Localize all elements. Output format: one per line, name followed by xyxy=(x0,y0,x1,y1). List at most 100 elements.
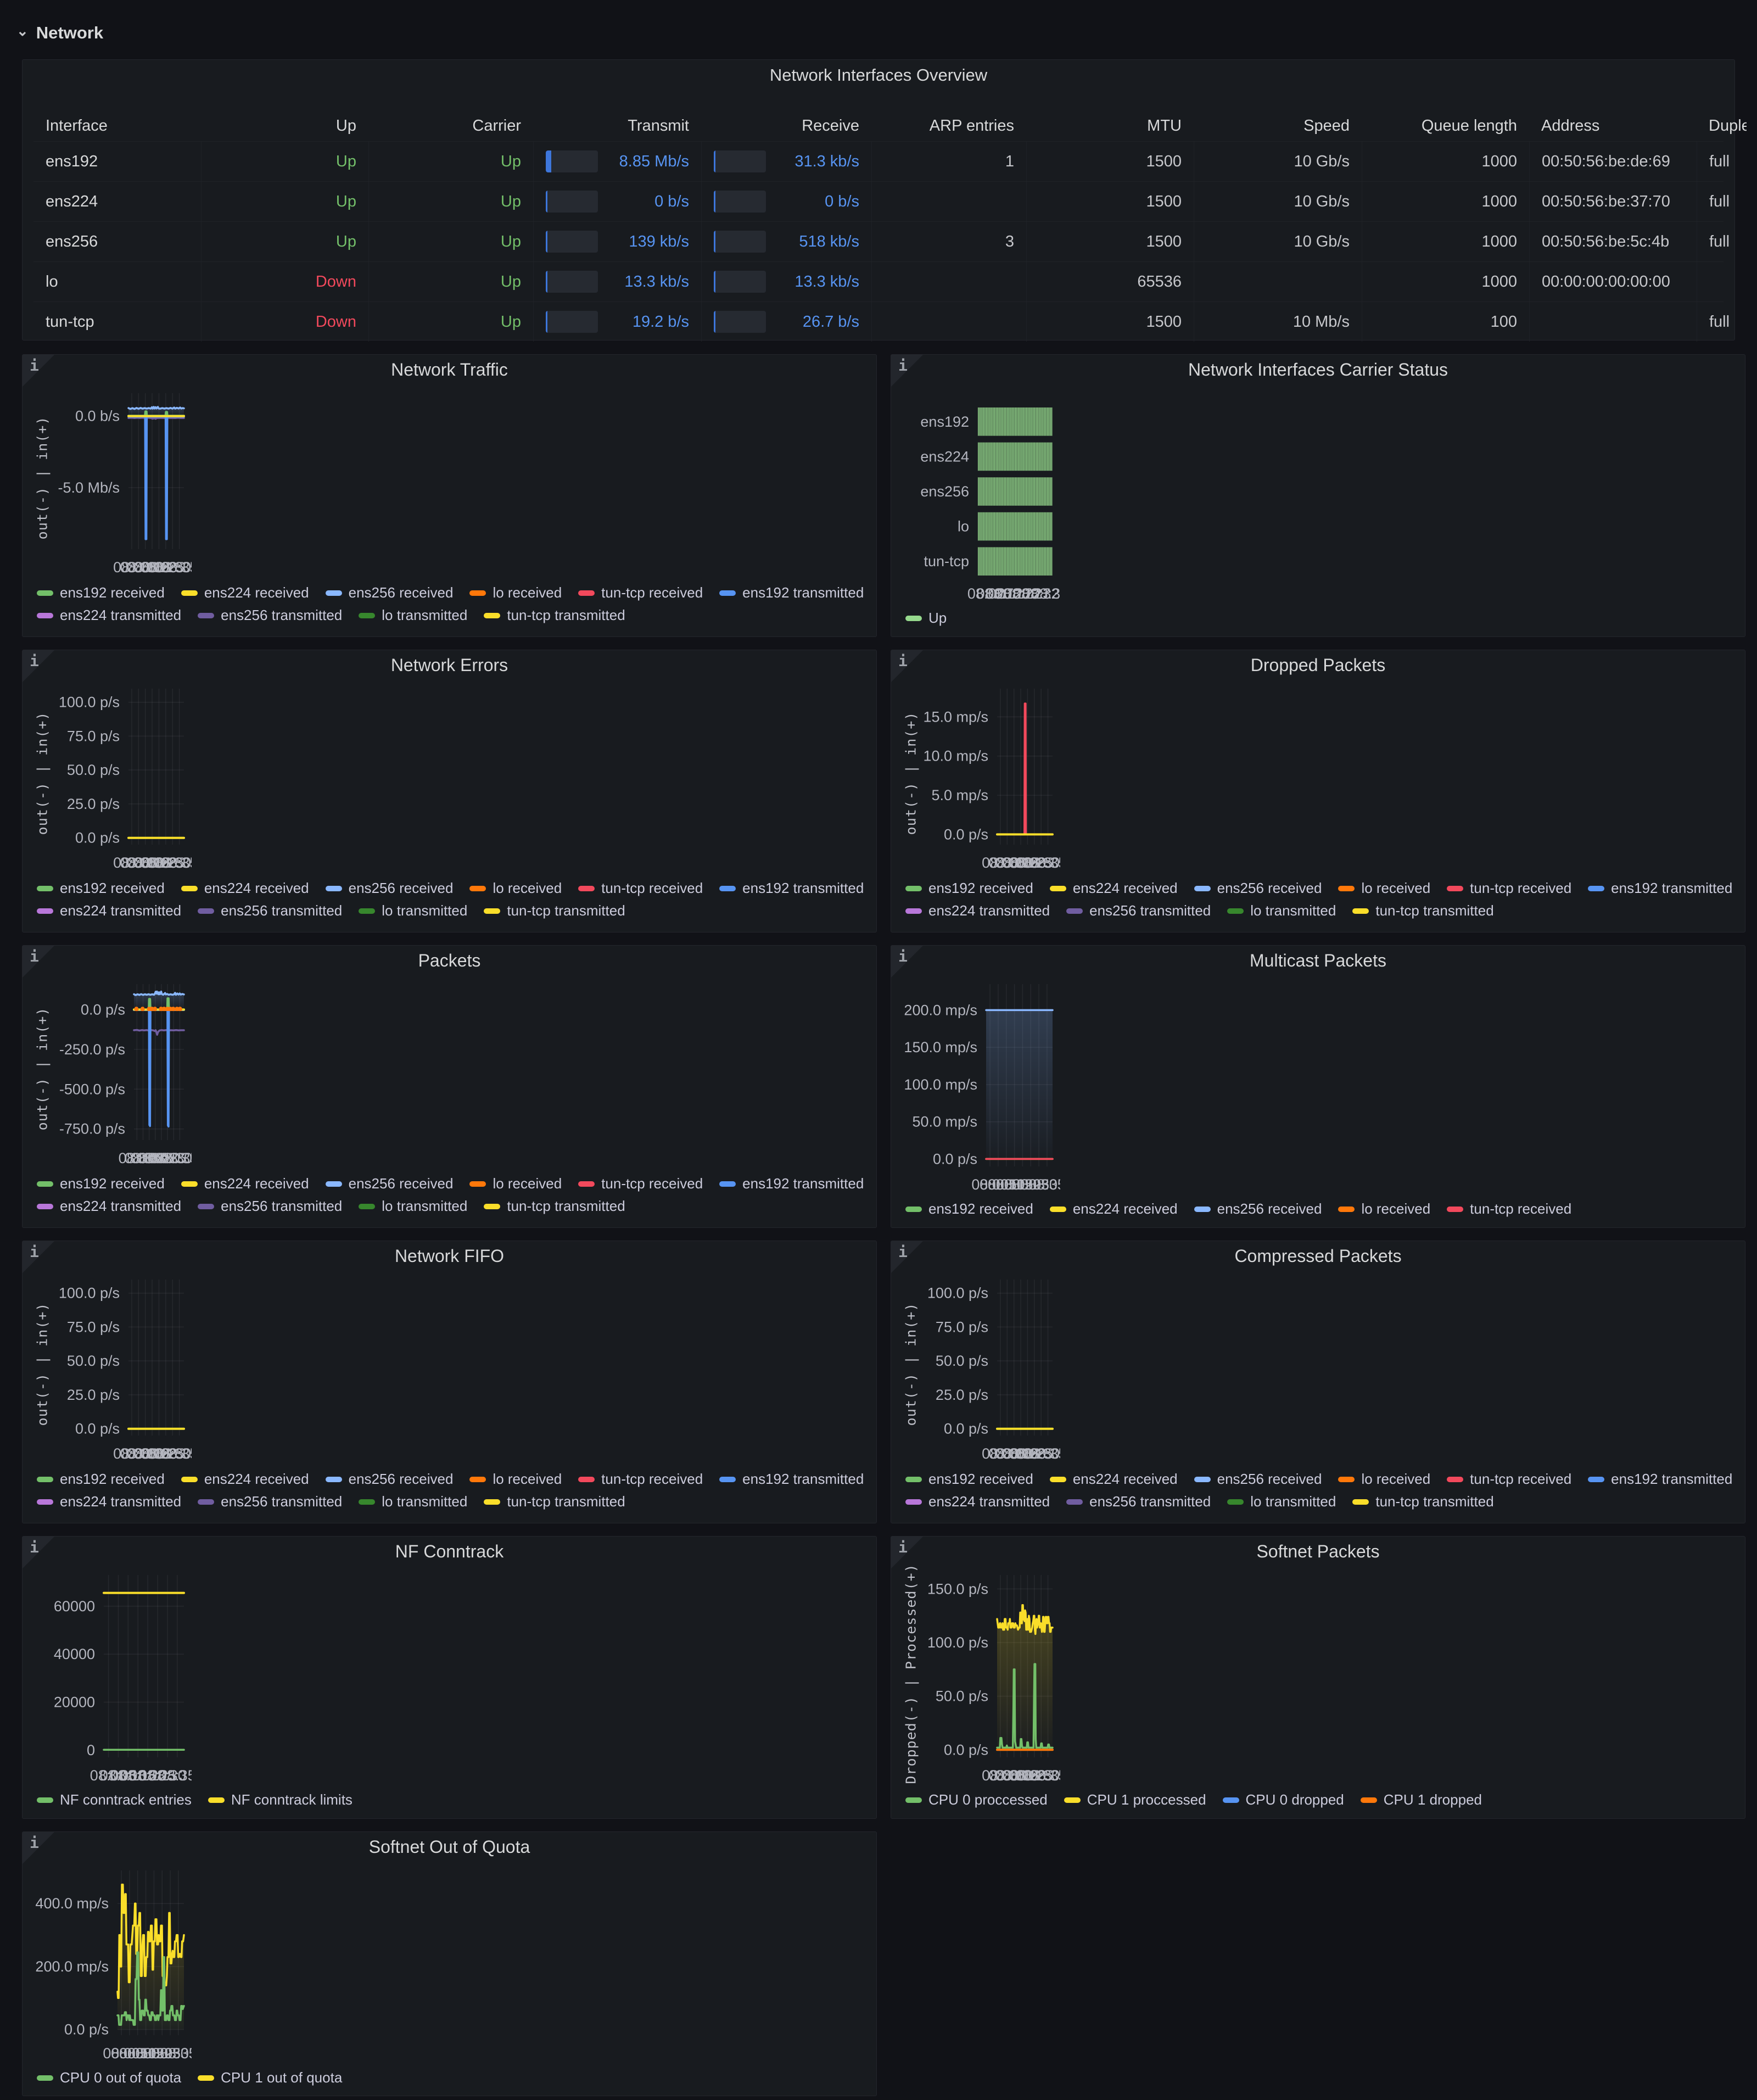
legend-item[interactable]: ens192 transmitted xyxy=(719,1471,864,1488)
legend-item[interactable]: ens192 transmitted xyxy=(1588,880,1732,897)
legend-item[interactable]: ens256 received xyxy=(326,1471,454,1488)
legend-item[interactable]: ens192 transmitted xyxy=(719,880,864,897)
panel-title[interactable]: Softnet Packets xyxy=(891,1537,1745,1566)
panel-title[interactable]: Network Interfaces Carrier Status xyxy=(891,355,1745,384)
legend-item[interactable]: Up xyxy=(905,610,947,627)
legend-item[interactable]: tun-tcp received xyxy=(1447,1200,1571,1217)
legend-item[interactable]: ens192 transmitted xyxy=(1588,1471,1732,1488)
legend-item[interactable]: ens256 received xyxy=(326,880,454,897)
legend-item[interactable]: tun-tcp received xyxy=(578,880,703,897)
legend-item[interactable]: ens256 transmitted xyxy=(198,1198,342,1215)
time-series-plot[interactable]: 100.0 p/s75.0 p/s50.0 p/s25.0 p/s0.0 p/s… xyxy=(27,681,192,874)
legend-item[interactable]: ens256 transmitted xyxy=(198,1493,342,1510)
legend-item[interactable]: tun-tcp transmitted xyxy=(484,1493,625,1510)
column-header-up[interactable]: Up xyxy=(201,110,368,141)
panel-title[interactable]: Packets xyxy=(23,946,876,975)
legend-item[interactable]: lo received xyxy=(469,584,562,601)
legend-item[interactable]: ens256 received xyxy=(326,584,454,601)
legend-item[interactable]: ens256 received xyxy=(1194,880,1322,897)
legend-item[interactable]: lo transmitted xyxy=(1227,1493,1336,1510)
legend-item[interactable]: ens224 received xyxy=(181,880,309,897)
legend-item[interactable]: ens192 received xyxy=(905,880,1033,897)
column-header-address[interactable]: Address xyxy=(1529,110,1697,141)
legend-item[interactable]: CPU 1 dropped xyxy=(1361,1791,1482,1808)
time-series-plot[interactable]: 0.0 p/s-250.0 p/s-500.0 p/s-750.0 p/s08:… xyxy=(27,976,192,1170)
legend-item[interactable]: ens192 received xyxy=(37,1175,165,1192)
legend-item[interactable]: NF conntrack limits xyxy=(208,1791,352,1808)
legend-item[interactable]: ens224 received xyxy=(1050,1200,1178,1217)
legend-item[interactable]: lo transmitted xyxy=(359,607,467,624)
time-series-plot[interactable]: 200.0 mp/s150.0 mp/s100.0 mp/s50.0 mp/s0… xyxy=(896,976,1060,1196)
legend-item[interactable]: ens192 received xyxy=(37,584,165,601)
time-series-plot[interactable]: 150.0 p/s100.0 p/s50.0 p/s0.0 p/s08:0008… xyxy=(896,1567,1060,1787)
column-header-arp-entries[interactable]: ARP entries xyxy=(871,110,1026,141)
panel-title[interactable]: Multicast Packets xyxy=(891,946,1745,975)
legend-item[interactable]: tun-tcp received xyxy=(578,584,703,601)
legend-item[interactable]: ens192 received xyxy=(37,880,165,897)
legend-item[interactable]: tun-tcp received xyxy=(1447,1471,1571,1488)
column-header-interface[interactable]: Interface xyxy=(33,110,201,141)
legend-item[interactable]: lo transmitted xyxy=(1227,902,1336,919)
legend-item[interactable]: CPU 0 proccessed xyxy=(905,1791,1048,1808)
panel-title[interactable]: Network FIFO xyxy=(23,1241,876,1271)
section-row-network[interactable]: ⌄ Network xyxy=(16,15,103,51)
legend-item[interactable]: tun-tcp received xyxy=(1447,880,1571,897)
legend-item[interactable]: ens192 transmitted xyxy=(719,1175,864,1192)
legend-item[interactable]: ens224 transmitted xyxy=(37,902,181,919)
time-series-plot[interactable]: 15.0 mp/s10.0 mp/s5.0 mp/s0.0 p/s08:0008… xyxy=(896,681,1060,874)
legend-item[interactable]: ens256 transmitted xyxy=(198,607,342,624)
legend-item[interactable]: CPU 0 out of quota xyxy=(37,2069,181,2086)
column-header-carrier[interactable]: Carrier xyxy=(368,110,533,141)
legend-item[interactable]: ens224 received xyxy=(1050,880,1178,897)
legend-item[interactable]: lo transmitted xyxy=(359,1493,467,1510)
legend-item[interactable]: tun-tcp transmitted xyxy=(484,1198,625,1215)
column-header-queue-length[interactable]: Queue length xyxy=(1362,110,1529,141)
legend-item[interactable]: tun-tcp received xyxy=(578,1175,703,1192)
legend-item[interactable]: lo received xyxy=(469,1175,562,1192)
panel-title[interactable]: Network Interfaces Overview xyxy=(23,60,1734,91)
time-series-plot[interactable]: 0.0 b/s-5.0 Mb/s08:0008:0508:1008:1508:2… xyxy=(27,386,192,579)
legend-item[interactable]: tun-tcp transmitted xyxy=(1352,902,1493,919)
legend-item[interactable]: ens224 transmitted xyxy=(905,1493,1050,1510)
legend-item[interactable]: lo received xyxy=(1338,1471,1430,1488)
legend-item[interactable]: ens256 transmitted xyxy=(198,902,342,919)
legend-item[interactable]: ens224 transmitted xyxy=(37,1198,181,1215)
legend-item[interactable]: ens256 transmitted xyxy=(1066,1493,1211,1510)
time-series-plot[interactable]: 400.0 mp/s200.0 mp/s0.0 p/s08:0008:0508:… xyxy=(27,1863,192,2065)
legend-item[interactable]: ens224 transmitted xyxy=(905,902,1050,919)
legend-item[interactable]: ens256 received xyxy=(1194,1471,1322,1488)
legend-item[interactable]: ens256 transmitted xyxy=(1066,902,1211,919)
legend-item[interactable]: lo received xyxy=(1338,1200,1430,1217)
legend-item[interactable]: ens192 received xyxy=(37,1471,165,1488)
time-series-plot[interactable]: 100.0 p/s75.0 p/s50.0 p/s25.0 p/s0.0 p/s… xyxy=(27,1272,192,1465)
legend-item[interactable]: ens192 received xyxy=(905,1471,1033,1488)
column-header-speed[interactable]: Speed xyxy=(1194,110,1362,141)
legend-item[interactable]: lo transmitted xyxy=(359,902,467,919)
panel-title[interactable]: Dropped Packets xyxy=(891,650,1745,680)
legend-item[interactable]: tun-tcp transmitted xyxy=(484,902,625,919)
time-series-plot[interactable]: 600004000020000008:0008:0508:1008:1508:2… xyxy=(27,1567,192,1787)
status-history-plot[interactable]: ens192ens224ens256lotun-tcp08:0208:0708:… xyxy=(896,386,1060,605)
legend-item[interactable]: tun-tcp transmitted xyxy=(1352,1493,1493,1510)
time-series-plot[interactable]: 100.0 p/s75.0 p/s50.0 p/s25.0 p/s0.0 p/s… xyxy=(896,1272,1060,1465)
legend-item[interactable]: CPU 1 out of quota xyxy=(198,2069,342,2086)
legend-item[interactable]: tun-tcp transmitted xyxy=(484,607,625,624)
legend-item[interactable]: ens224 received xyxy=(1050,1471,1178,1488)
legend-item[interactable]: ens192 transmitted xyxy=(719,584,864,601)
legend-item[interactable]: ens256 received xyxy=(326,1175,454,1192)
legend-item[interactable]: ens224 transmitted xyxy=(37,1493,181,1510)
legend-item[interactable]: ens224 transmitted xyxy=(37,607,181,624)
legend-item[interactable]: lo received xyxy=(469,880,562,897)
column-header-receive[interactable]: Receive xyxy=(701,110,871,141)
panel-title[interactable]: Softnet Out of Quota xyxy=(23,1832,876,1862)
legend-item[interactable]: ens224 received xyxy=(181,1471,309,1488)
legend-item[interactable]: ens192 received xyxy=(905,1200,1033,1217)
panel-title[interactable]: Network Errors xyxy=(23,650,876,680)
legend-item[interactable]: ens256 received xyxy=(1194,1200,1322,1217)
legend-item[interactable]: lo received xyxy=(1338,880,1430,897)
legend-item[interactable]: ens224 received xyxy=(181,1175,309,1192)
legend-item[interactable]: ens224 received xyxy=(181,584,309,601)
legend-item[interactable]: CPU 1 proccessed xyxy=(1064,1791,1206,1808)
column-header-mtu[interactable]: MTU xyxy=(1026,110,1194,141)
legend-item[interactable]: CPU 0 dropped xyxy=(1223,1791,1344,1808)
